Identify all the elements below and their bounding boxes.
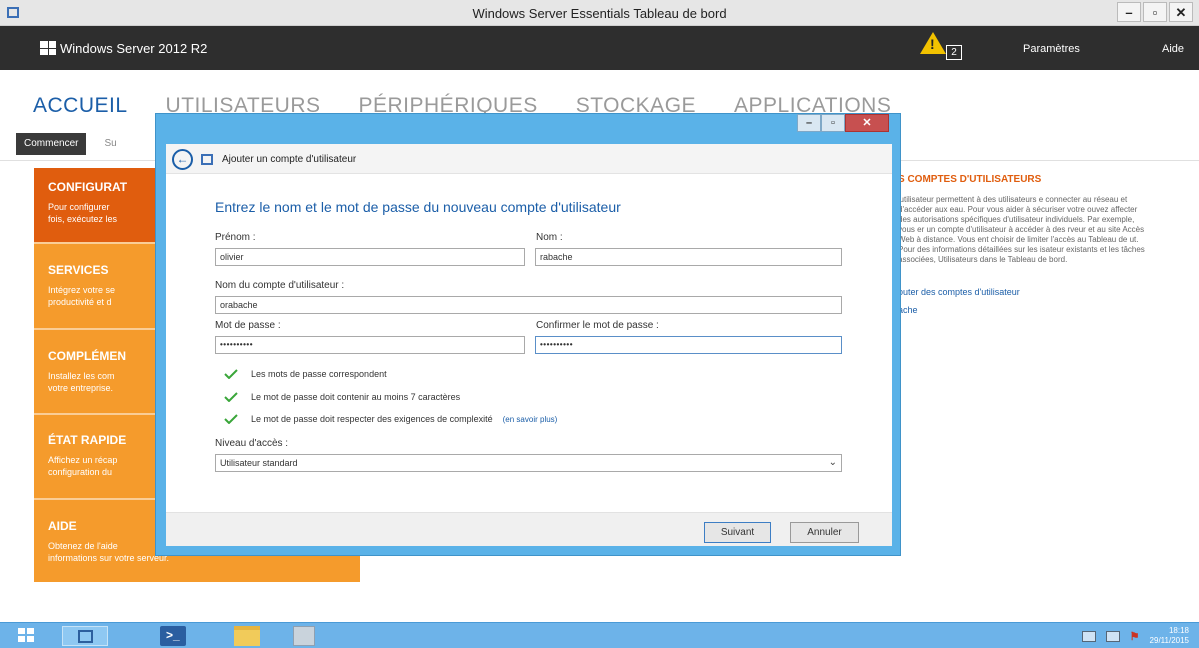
checkmark-icon — [224, 392, 238, 402]
info-panel: S COMPTES D'UTILISATEURS 'utilisateur pe… — [898, 174, 1188, 315]
alerts-button[interactable]: ! 2 — [920, 32, 972, 64]
dialog-heading: Entrez le nom et le mot de passe du nouv… — [215, 199, 621, 215]
next-button[interactable]: Suivant — [704, 522, 771, 543]
subtab-other[interactable]: Su — [96, 133, 124, 155]
action-center-flag-icon[interactable]: ⚑ — [1130, 630, 1140, 643]
check-text: Le mot de passe doit contenir au moins 7… — [251, 392, 461, 402]
help-link[interactable]: Aide — [1162, 43, 1184, 55]
first-name-field[interactable]: olivier — [215, 248, 525, 266]
close-button[interactable]: ✕ — [1169, 2, 1193, 22]
confirm-password-label: Confirmer le mot de passe : — [536, 320, 659, 331]
checkmark-icon — [224, 414, 238, 424]
alert-count-badge: 2 — [946, 45, 962, 60]
windows-logo-icon — [40, 41, 56, 55]
dialog-body: ← Ajouter un compte d'utilisateur Entrez… — [166, 144, 892, 546]
network-icon[interactable] — [1081, 630, 1096, 642]
restore-button[interactable]: ▫ — [1143, 2, 1167, 22]
dialog-close-button[interactable]: ✕ — [845, 114, 889, 132]
add-accounts-link[interactable]: outer des comptes d'utilisateur — [898, 287, 1188, 297]
start-icon[interactable] — [18, 628, 34, 642]
info-title: S COMPTES D'UTILISATEURS — [898, 174, 1042, 185]
app-header: Windows Server 2012 R2 ! 2 Paramètres Ai… — [0, 26, 1199, 70]
add-user-dialog: – ▫ ✕ ← Ajouter un compte d'utilisateur … — [155, 113, 901, 556]
check-row: Les mots de passe correspondent — [224, 369, 387, 379]
check-text: Le mot de passe doit respecter des exige… — [251, 414, 493, 424]
account-name-field[interactable]: orabache — [215, 296, 842, 314]
dashboard-app-icon — [201, 154, 213, 165]
last-name-label: Nom : — [536, 232, 563, 243]
access-level-value: Utilisateur standard — [220, 458, 298, 468]
password-label: Mot de passe : — [215, 320, 281, 331]
cancel-button[interactable]: Annuler — [790, 522, 859, 543]
access-level-select[interactable]: Utilisateur standard ⌄ — [215, 454, 842, 472]
dialog-title: Ajouter un compte d'utilisateur — [222, 154, 357, 165]
confirm-password-field[interactable]: •••••••••• — [535, 336, 842, 354]
dialog-controls: – ▫ ✕ — [797, 114, 889, 132]
powershell-icon[interactable]: >_ — [160, 626, 186, 646]
file-explorer-icon[interactable] — [234, 626, 260, 646]
warning-mark: ! — [930, 36, 935, 52]
dialog-footer: Suivant Annuler — [166, 512, 892, 546]
taskbar: >_ ⚑ 18:18 29/11/2015 — [0, 622, 1199, 648]
password-field[interactable]: •••••••••• — [215, 336, 525, 354]
minimize-button[interactable]: – — [1117, 2, 1141, 22]
back-icon[interactable]: ← — [172, 149, 193, 170]
server-manager-icon[interactable] — [293, 626, 315, 646]
clock[interactable]: 18:18 29/11/2015 — [1150, 626, 1189, 646]
window-controls: – ▫ ✕ — [1117, 2, 1193, 22]
dialog-minimize-button[interactable]: – — [797, 114, 821, 132]
product-name: Windows Server 2012 R2 — [60, 41, 208, 56]
first-name-label: Prénom : — [215, 232, 256, 243]
dialog-header: ← Ajouter un compte d'utilisateur — [166, 144, 892, 174]
learn-more-link[interactable]: (en savoir plus) — [503, 415, 558, 424]
chevron-down-icon: ⌄ — [828, 457, 837, 468]
settings-link[interactable]: Paramètres — [1023, 43, 1080, 55]
access-level-label: Niveau d'accès : — [215, 438, 289, 449]
dialog-restore-button[interactable]: ▫ — [821, 114, 845, 132]
task-link[interactable]: ache — [898, 305, 1188, 315]
check-row: Le mot de passe doit contenir au moins 7… — [224, 392, 460, 402]
check-text: Les mots de passe correspondent — [251, 369, 387, 379]
tab-accueil[interactable]: ACCUEIL — [33, 94, 128, 118]
clock-date: 29/11/2015 — [1149, 636, 1189, 645]
subtab-start[interactable]: Commencer — [16, 133, 87, 155]
account-name-label: Nom du compte d'utilisateur : — [215, 280, 345, 291]
dashboard-icon — [78, 630, 93, 643]
subtabs: Commencer Su — [16, 133, 125, 155]
taskbar-dashboard-button[interactable] — [62, 626, 108, 646]
window-titlebar: Windows Server Essentials Tableau de bor… — [0, 0, 1199, 26]
last-name-field[interactable]: rabache — [535, 248, 842, 266]
system-tray: ⚑ 18:18 29/11/2015 — [1081, 626, 1189, 646]
checkmark-icon — [224, 369, 238, 379]
volume-icon[interactable] — [1105, 630, 1120, 642]
info-text: 'utilisateur permettent à des utilisateu… — [898, 195, 1145, 264]
check-row: Le mot de passe doit respecter des exige… — [224, 414, 557, 424]
clock-time: 18:18 — [1168, 626, 1189, 635]
window-title: Windows Server Essentials Tableau de bor… — [472, 6, 727, 21]
